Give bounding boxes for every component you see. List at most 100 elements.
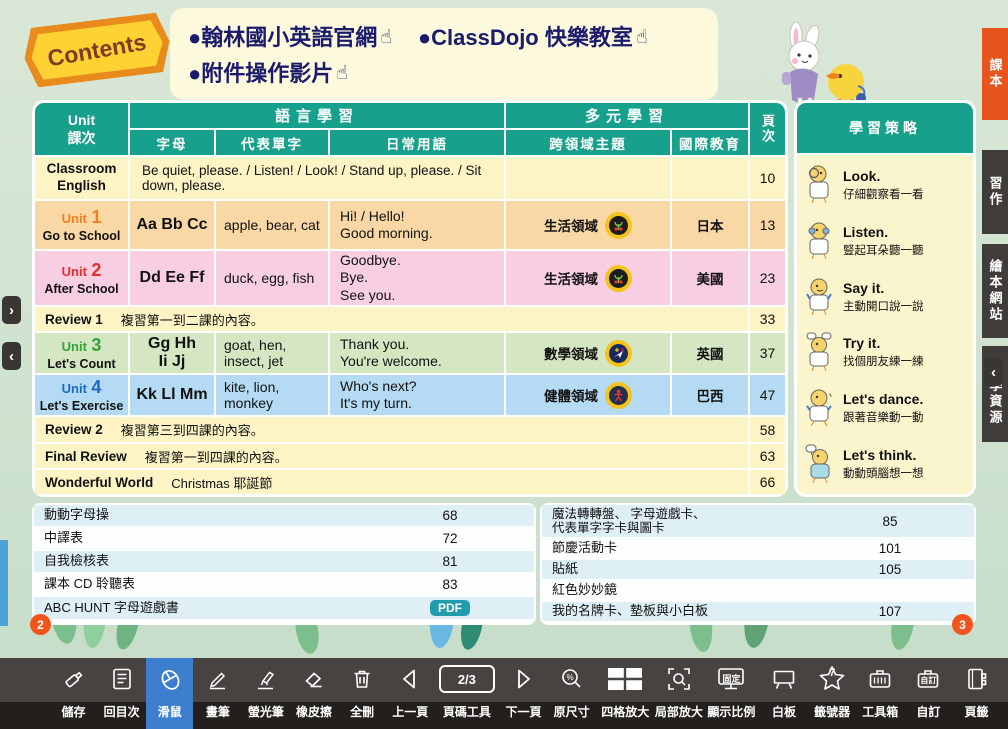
country-cell: 英國 xyxy=(672,333,748,373)
toolbar-label: 頁碼工具 xyxy=(443,700,491,729)
unit-number: 4 xyxy=(91,377,101,397)
appendix-page: 81 xyxy=(398,551,502,572)
domain-cell: 數學領域 xyxy=(506,333,670,373)
left-panel-prev-button[interactable]: ‹ xyxy=(2,342,21,370)
toolbar-region-zoom-button[interactable]: 局部放大 xyxy=(655,658,702,729)
toolbar-custom-button[interactable]: 自訂 自訂 xyxy=(905,658,952,729)
star-number-value: 7 xyxy=(829,667,835,679)
toolbar-page-number-tool[interactable]: 2/3 頁碼工具 xyxy=(435,658,499,729)
toolbar-page-tabs-button[interactable]: 頁籤 xyxy=(953,658,1000,729)
domain-label: 生活領域 xyxy=(544,268,598,288)
tab-workbook[interactable]: 習作 xyxy=(982,150,1008,234)
svg-text:%: % xyxy=(566,673,573,682)
appendix-label: 貼紙 xyxy=(542,560,836,579)
link-label: ●ClassDojo 快樂教室 xyxy=(418,20,633,56)
page-tabs-icon xyxy=(963,658,989,700)
appendix-label: 魔法轉轉盤、 字母遊戲卡、 代表單字字卡與圖卡 xyxy=(542,505,836,537)
toolbar-label: 顯示比例 xyxy=(707,700,755,729)
right-panel-collapse-button[interactable]: ‹ xyxy=(984,358,1003,386)
health-pe-badge xyxy=(605,382,632,409)
review-cell: Review 1 複習第一到二課的內容。 xyxy=(35,307,748,331)
page-number: 33 xyxy=(750,307,785,331)
tab-picturebook-site[interactable]: 繪本網站 xyxy=(982,244,1008,338)
link-hanlin-site[interactable]: ●翰林國小英語官網 ☝ xyxy=(188,20,392,56)
scale-mode-value: 固定 xyxy=(722,672,740,685)
strategy-en: Let's dance. xyxy=(843,391,924,407)
toolbar-back-to-contents-button[interactable]: 回目次 xyxy=(98,658,145,729)
toolbar-whiteboard-button[interactable]: 白板 xyxy=(761,658,808,729)
appendix-row: 自我檢核表 81 xyxy=(34,551,534,572)
country-cell: 美國 xyxy=(672,251,748,305)
toolbar-save-button[interactable]: 儲存 xyxy=(50,658,97,729)
review-label: Review 2 xyxy=(45,422,103,437)
strategy-listen: Listen. 豎起耳朵聽一聽 xyxy=(805,221,965,261)
unit-number: 2 xyxy=(91,260,101,280)
toolbar-delete-all-button[interactable]: 全刪 xyxy=(339,658,386,729)
appendix-page: 72 xyxy=(398,528,502,549)
highlighter-icon xyxy=(253,658,279,700)
phrases-cell: Thank you. You're welcome. xyxy=(330,333,504,373)
appendix-spacer xyxy=(944,539,974,558)
toolbar-prev-page-button[interactable]: 上一頁 xyxy=(387,658,434,729)
chevron-left-icon: ‹ xyxy=(9,348,14,365)
table-header: Unit 課次 語言學習 字母 代表單字 日常用語 多元學習 跨領域主題 國際教… xyxy=(35,103,785,155)
link-classdojo[interactable]: ●ClassDojo 快樂教室 ☝ xyxy=(418,20,648,56)
pdf-cell: PDF xyxy=(398,597,502,619)
appendix-row: 紅色妙妙鏡 xyxy=(542,581,974,600)
next-page-icon xyxy=(510,658,536,700)
life-curriculum-badge xyxy=(605,212,632,239)
appendix-page: 105 xyxy=(838,560,942,579)
phrases-cell: Goodbye. Bye. See you. xyxy=(330,251,504,305)
appendix-spacer xyxy=(504,505,534,526)
letters-cell: Kk Ll Mm xyxy=(130,375,214,415)
domain-cell: 生活領域 xyxy=(506,251,670,305)
toolbar-label: 儲存 xyxy=(61,700,85,729)
table-row-unit-4: Unit 4 Let's Exercise Kk Ll Mm kite, lio… xyxy=(35,375,785,415)
header-page: 頁次 xyxy=(750,103,785,155)
pdf-badge[interactable]: PDF xyxy=(430,600,470,616)
toolbar-label: 四格放大 xyxy=(601,700,649,729)
toolbar-label: 工具箱 xyxy=(862,700,898,729)
toolbar-number-picker-button[interactable]: 7 籤號器 xyxy=(809,658,856,729)
toolbar-four-pane-zoom-button[interactable]: 四格放大 xyxy=(596,658,654,729)
appendix-row: 動動字母操 68 xyxy=(34,505,534,526)
link-label: ●附件操作影片 xyxy=(188,56,333,92)
tab-textbook[interactable]: 課本 xyxy=(982,28,1008,120)
appendix-table-left: 動動字母操 68 中譯表 72 自我檢核表 81 課本 CD 聆聽表 83 AB… xyxy=(32,503,536,625)
review-desc: 複習第三到四課的內容。 xyxy=(121,420,264,439)
four-pane-zoom-icon xyxy=(607,658,643,700)
unit-label: Unit 4 Let's Exercise xyxy=(35,375,128,415)
toolbar-label: 滑鼠 xyxy=(158,700,182,729)
pointing-hand-icon: ☝ xyxy=(636,20,648,56)
letters-cell: Dd Ee Ff xyxy=(130,251,214,305)
strategy-lets-dance: Let's dance. 跟著音樂動一動 xyxy=(805,388,965,428)
link-attachment-videos[interactable]: ●附件操作影片 ☝ xyxy=(188,56,348,92)
unit-title: After School xyxy=(44,282,118,296)
toolbar-pen-button[interactable]: 畫筆 xyxy=(194,658,241,729)
table-row-review-1: Review 1 複習第一到二課的內容。 33 xyxy=(35,307,785,331)
phrases-cell: Hi! / Hello! Good morning. xyxy=(330,201,504,249)
pointing-hand-icon: ☝ xyxy=(336,56,348,92)
table-row-review-2: Review 2 複習第三到四課的內容。 58 xyxy=(35,417,785,442)
appendix-label: 我的名牌卡、墊板與小白板 xyxy=(542,602,836,621)
toolbar-eraser-button[interactable]: 橡皮擦 xyxy=(291,658,338,729)
toolbar-mouse-button[interactable]: 滑鼠 xyxy=(146,658,193,729)
mouse-icon xyxy=(156,658,184,700)
unit-title: Let's Count xyxy=(47,357,115,371)
appendix-row: 中譯表 72 xyxy=(34,528,534,549)
pen-icon xyxy=(205,658,231,700)
toolbar-original-size-button[interactable]: % 原尺寸 xyxy=(548,658,595,729)
bird-listen-icon xyxy=(805,221,835,261)
toolbar-label: 螢光筆 xyxy=(248,700,284,729)
toolbar-toolbox-button[interactable]: 工具箱 xyxy=(857,658,904,729)
toolbar-display-scale-button[interactable]: 固定 顯示比例 xyxy=(703,658,759,729)
toolbar-highlighter-button[interactable]: 螢光筆 xyxy=(242,658,289,729)
toolbar-next-page-button[interactable]: 下一頁 xyxy=(500,658,547,729)
chevron-left-icon: ‹ xyxy=(991,364,996,381)
strategies-header: 學習策略 xyxy=(797,103,973,153)
left-panel-next-button[interactable]: › xyxy=(2,296,21,324)
appendix-label: 課本 CD 聆聽表 xyxy=(34,574,396,595)
appendix-label: 動動字母操 xyxy=(34,505,396,526)
review-cell: Final Review 複習第一到四課的內容。 xyxy=(35,444,748,468)
header-unit: Unit 課次 xyxy=(35,103,128,155)
